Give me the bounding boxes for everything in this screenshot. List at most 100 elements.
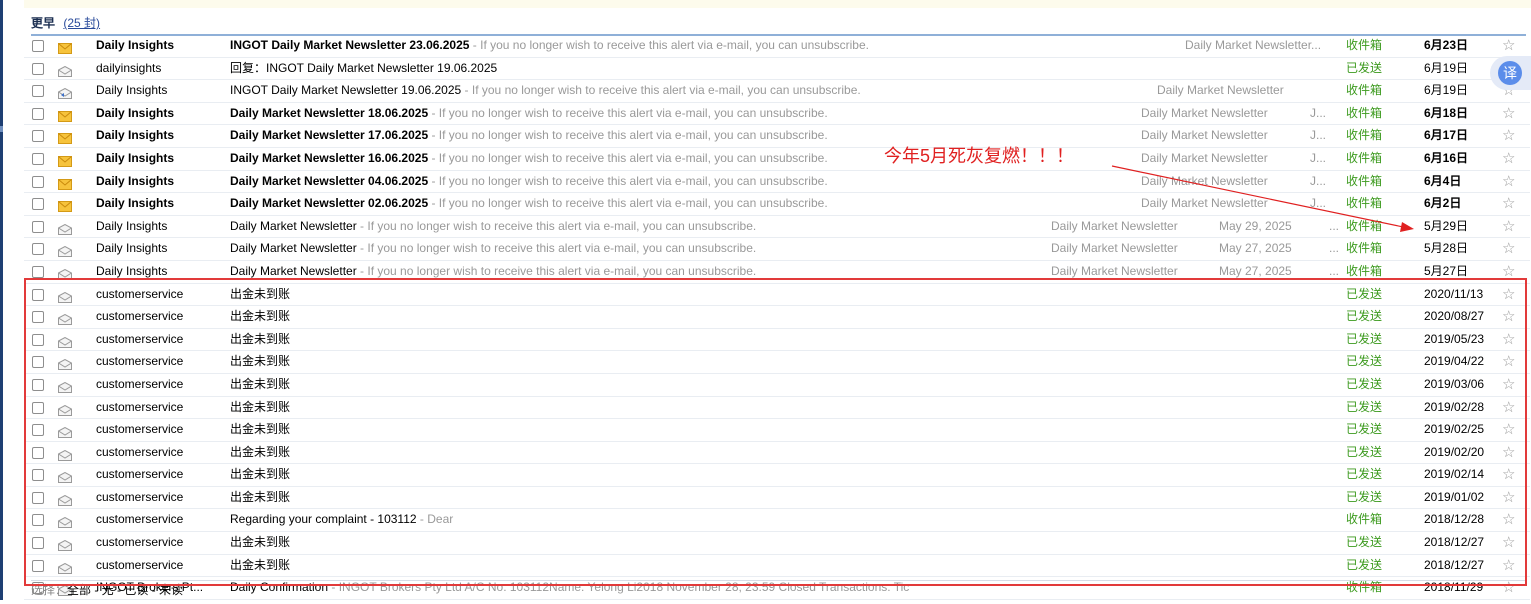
row-subject[interactable]: Daily Market Newsletter 18.06.2025 - If …: [230, 103, 1131, 125]
row-checkbox[interactable]: [32, 243, 44, 256]
row-sender[interactable]: customerservice: [96, 464, 216, 486]
row-checkbox[interactable]: [32, 559, 44, 572]
selection-options[interactable]: 全部 - 无 - 已读 - 未读: [67, 583, 183, 597]
star-icon[interactable]: ☆: [1502, 397, 1515, 419]
star-icon[interactable]: ☆: [1502, 351, 1515, 373]
row-sender[interactable]: customerservice: [96, 509, 216, 531]
star-icon[interactable]: ☆: [1502, 374, 1515, 396]
row-subject[interactable]: Regarding your complaint - 103112 - Dear: [230, 509, 1210, 531]
mail-row[interactable]: customerservice 出金未到账 已发送 2018/12/27 ☆: [24, 532, 1530, 555]
star-icon[interactable]: ☆: [1502, 35, 1515, 57]
row-sender[interactable]: customerservice: [96, 329, 216, 351]
row-sender[interactable]: customerservice: [96, 555, 216, 577]
row-checkbox[interactable]: [32, 311, 44, 324]
star-icon[interactable]: ☆: [1502, 555, 1515, 577]
mail-row[interactable]: Daily Insights Daily Market Newsletter 17…: [24, 125, 1530, 148]
star-icon[interactable]: ☆: [1502, 193, 1515, 215]
row-checkbox[interactable]: [32, 446, 44, 459]
star-icon[interactable]: ☆: [1502, 464, 1515, 486]
row-sender[interactable]: Daily Insights: [96, 125, 216, 147]
row-subject[interactable]: 出金未到账: [230, 532, 1210, 554]
row-subject[interactable]: 出金未到账: [230, 487, 1210, 509]
mail-row[interactable]: dailyinsights 回复：INGOT Daily Market Newsl…: [24, 58, 1530, 81]
row-sender[interactable]: Daily Insights: [96, 80, 216, 102]
star-icon[interactable]: ☆: [1502, 306, 1515, 328]
row-subject[interactable]: 出金未到账: [230, 351, 1210, 373]
row-checkbox[interactable]: [32, 62, 44, 75]
row-checkbox[interactable]: [32, 40, 44, 52]
row-subject[interactable]: INGOT Daily Market Newsletter 19.06.2025…: [230, 80, 1147, 102]
mail-row[interactable]: Daily Insights Daily Market Newsletter - …: [24, 216, 1530, 239]
row-subject[interactable]: 出金未到账: [230, 374, 1210, 396]
star-icon[interactable]: ☆: [1502, 509, 1515, 531]
row-subject[interactable]: 出金未到账: [230, 442, 1210, 464]
row-checkbox[interactable]: [32, 175, 44, 188]
row-subject[interactable]: Daily Market Newsletter 04.06.2025 - If …: [230, 171, 1131, 193]
row-subject[interactable]: 出金未到账: [230, 329, 1210, 351]
mail-row[interactable]: customerservice 出金未到账 已发送 2019/03/06 ☆: [24, 374, 1530, 397]
row-checkbox[interactable]: [32, 107, 44, 120]
row-subject[interactable]: INGOT Daily Market Newsletter 23.06.2025…: [230, 35, 1175, 57]
row-checkbox[interactable]: [32, 491, 44, 504]
row-sender[interactable]: customerservice: [96, 351, 216, 373]
mail-row[interactable]: customerservice 出金未到账 已发送 2019/02/28 ☆: [24, 397, 1530, 420]
star-icon[interactable]: ☆: [1502, 261, 1515, 283]
row-subject[interactable]: 回复：INGOT Daily Market Newsletter 19.06.2…: [230, 58, 1210, 80]
row-subject[interactable]: Daily Market Newsletter - If you no long…: [230, 238, 1041, 260]
star-icon[interactable]: ☆: [1502, 238, 1515, 260]
translate-button[interactable]: 译: [1490, 56, 1531, 90]
row-checkbox[interactable]: [32, 424, 44, 437]
row-subject[interactable]: 出金未到账: [230, 306, 1210, 328]
row-checkbox[interactable]: [32, 152, 44, 165]
row-sender[interactable]: Daily Insights: [96, 171, 216, 193]
row-subject[interactable]: Daily Market Newsletter 02.06.2025 - If …: [230, 193, 1131, 215]
row-sender[interactable]: customerservice: [96, 487, 216, 509]
mail-row[interactable]: Daily Insights INGOT Daily Market Newslet…: [24, 35, 1530, 58]
mail-row[interactable]: Daily Insights Daily Market Newsletter - …: [24, 238, 1530, 261]
mail-row[interactable]: customerservice 出金未到账 已发送 2019/01/02 ☆: [24, 487, 1530, 510]
star-icon[interactable]: ☆: [1502, 103, 1515, 125]
row-sender[interactable]: customerservice: [96, 442, 216, 464]
row-checkbox[interactable]: [32, 198, 44, 211]
row-checkbox[interactable]: [32, 356, 44, 369]
row-checkbox[interactable]: [32, 220, 44, 233]
row-subject[interactable]: 出金未到账: [230, 397, 1210, 419]
row-sender[interactable]: dailyinsights: [96, 58, 216, 80]
row-checkbox[interactable]: [32, 85, 44, 98]
row-checkbox[interactable]: [32, 537, 44, 550]
mail-row[interactable]: customerservice 出金未到账 已发送 2019/02/14 ☆: [24, 464, 1530, 487]
row-checkbox[interactable]: [32, 130, 44, 143]
row-subject[interactable]: 出金未到账: [230, 555, 1210, 577]
row-sender[interactable]: customerservice: [96, 306, 216, 328]
row-sender[interactable]: customerservice: [96, 374, 216, 396]
row-checkbox[interactable]: [32, 288, 44, 301]
star-icon[interactable]: ☆: [1502, 487, 1515, 509]
star-icon[interactable]: ☆: [1502, 148, 1515, 170]
row-sender[interactable]: Daily Insights: [96, 238, 216, 260]
row-subject[interactable]: 出金未到账: [230, 464, 1210, 486]
row-sender[interactable]: Daily Insights: [96, 261, 216, 283]
row-sender[interactable]: Daily Insights: [96, 35, 216, 57]
mail-row[interactable]: customerservice 出金未到账 已发送 2019/02/20 ☆: [24, 442, 1530, 465]
row-sender[interactable]: Daily Insights: [96, 193, 216, 215]
row-subject[interactable]: Daily Market Newsletter - If you no long…: [230, 261, 1041, 283]
mail-row[interactable]: customerservice 出金未到账 已发送 2020/08/27 ☆: [24, 306, 1530, 329]
row-sender[interactable]: Daily Insights: [96, 148, 216, 170]
row-checkbox[interactable]: [32, 469, 44, 482]
mail-row[interactable]: customerservice 出金未到账 已发送 2019/05/23 ☆: [24, 329, 1530, 352]
row-checkbox[interactable]: [32, 514, 44, 527]
row-sender[interactable]: Daily Insights: [96, 103, 216, 125]
row-sender[interactable]: Daily Insights: [96, 216, 216, 238]
star-icon[interactable]: ☆: [1502, 216, 1515, 238]
star-icon[interactable]: ☆: [1502, 442, 1515, 464]
row-checkbox[interactable]: [32, 333, 44, 346]
star-icon[interactable]: ☆: [1502, 532, 1515, 554]
star-icon[interactable]: ☆: [1502, 329, 1515, 351]
star-icon[interactable]: ☆: [1502, 125, 1515, 147]
mail-row[interactable]: Daily Insights Daily Market Newsletter 02…: [24, 193, 1530, 216]
row-sender[interactable]: customerservice: [96, 419, 216, 441]
mail-row[interactable]: customerservice 出金未到账 已发送 2019/02/25 ☆: [24, 419, 1530, 442]
row-checkbox[interactable]: [32, 378, 44, 391]
star-icon[interactable]: ☆: [1502, 419, 1515, 441]
mail-row[interactable]: customerservice Regarding your complaint …: [24, 509, 1530, 533]
